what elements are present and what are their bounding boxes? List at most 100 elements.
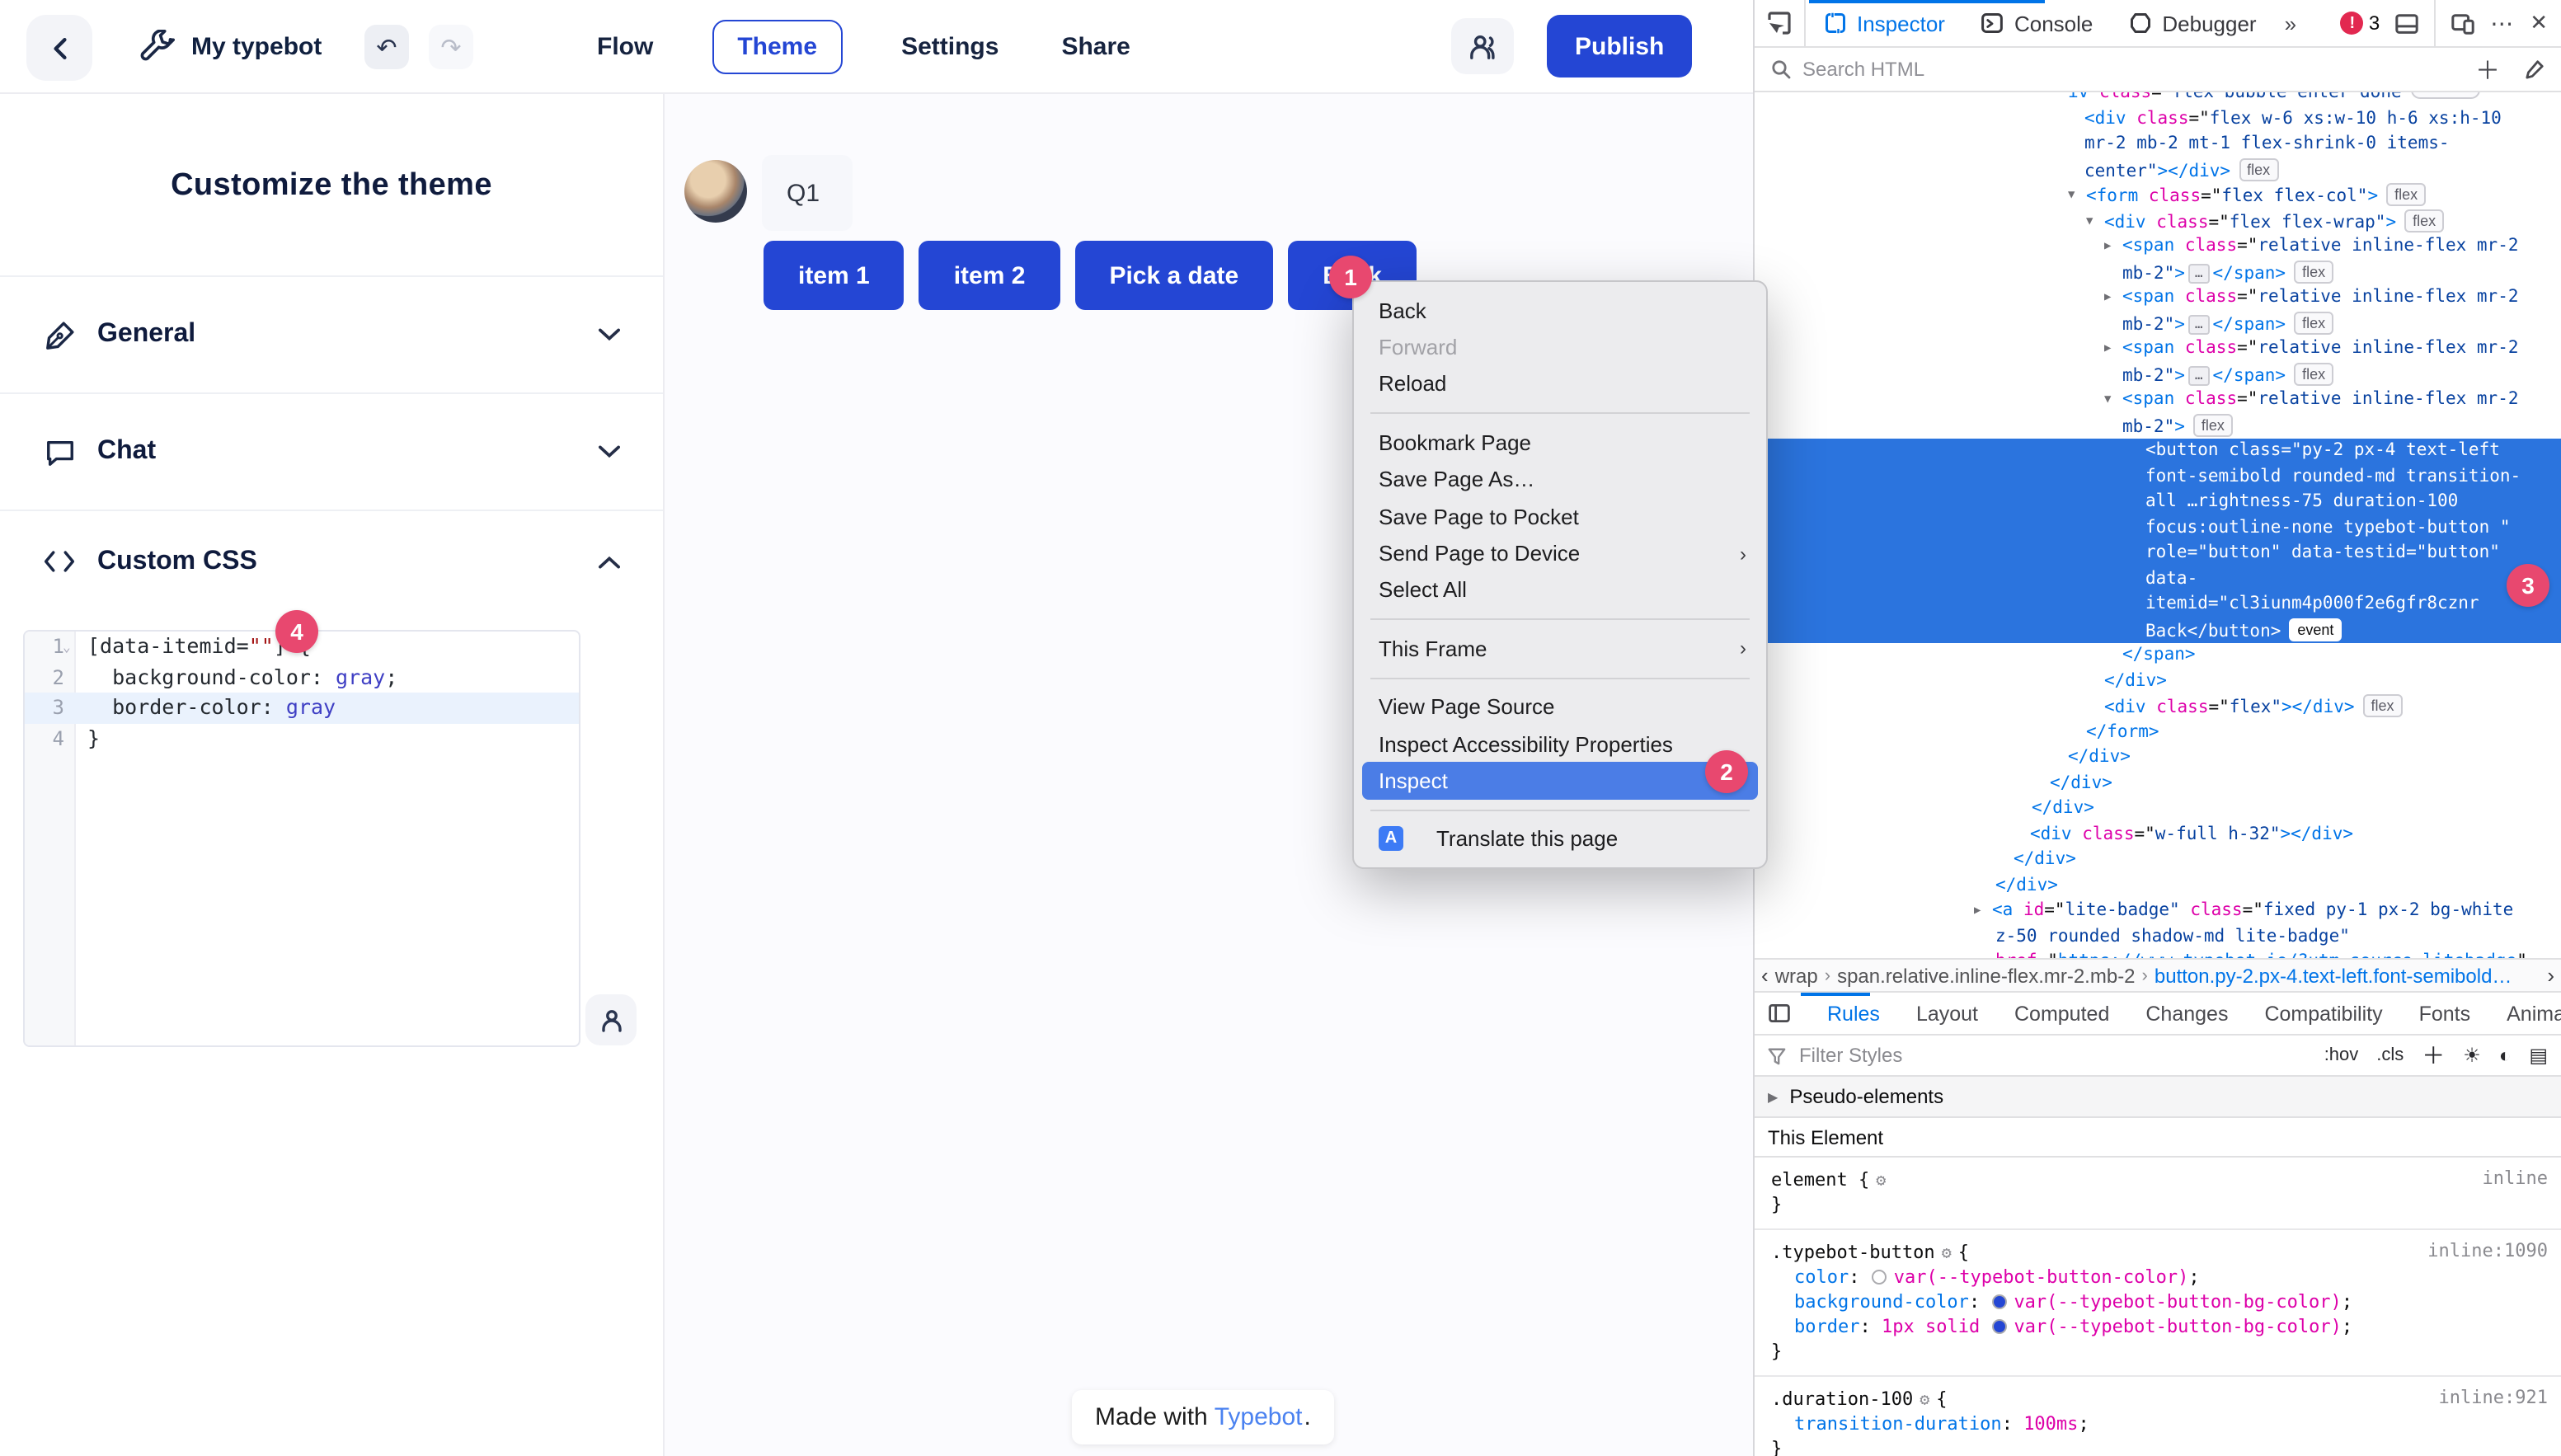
menu-item-inspect-accessibility-properties[interactable]: Inspect Accessibility Properties [1354,726,1766,763]
tree-node[interactable]: ▼<span class="relative inline-flex mr-2 [1755,387,2561,413]
flex-badge[interactable]: flex [2404,209,2444,232]
css-rule-typebot-button[interactable]: inline:1090.typebot-button⚙{color: var(-… [1755,1230,2561,1377]
tab-theme[interactable]: Theme [712,20,842,74]
dark-theme-icon[interactable]: ◐ [2499,1044,2512,1067]
expand-arrow-icon[interactable]: ▶ [2104,234,2111,260]
print-media-icon[interactable]: ▤ [2529,1044,2548,1067]
add-node-icon[interactable]: ＋ [2475,52,2500,87]
eyedropper-icon[interactable] [2523,59,2545,80]
redo-button[interactable]: ↷ [429,25,473,69]
tab-share[interactable]: Share [1058,21,1133,73]
breadcrumb-item[interactable]: wrap [1775,964,1818,987]
devtools-tab-debugger[interactable]: Debugger [2111,0,2274,46]
menu-item-save-page-to-pocket[interactable]: Save Page to Pocket [1354,498,1766,535]
color-swatch[interactable] [1873,1270,1887,1285]
tree-node[interactable]: ▼<div class="flex flex-wrap">flex [1755,209,2561,234]
rule-property[interactable]: border: 1px solid var(--typebot-button-b… [1771,1314,2545,1339]
menu-item-select-all[interactable]: Select All [1354,571,1766,608]
collapsed-content-icon[interactable]: … [2188,263,2210,283]
rule-source-link[interactable]: inline:1090 [2427,1240,2548,1261]
avatar-toggle-button[interactable] [585,994,637,1045]
color-swatch[interactable] [1992,1294,2007,1309]
chat-button-pick-a-date[interactable]: Pick a date [1074,241,1273,310]
sidebar-section-chat[interactable]: Chat [0,392,663,510]
panel-tab-rules[interactable]: Rules [1827,1002,1880,1025]
expand-arrow-icon[interactable]: ▶ [1974,899,1981,924]
rule-source-link[interactable]: inline [2483,1167,2549,1189]
search-html-bar[interactable]: Search HTML ＋ [1755,48,2561,92]
tab-flow[interactable]: Flow [594,21,656,73]
flex-badge[interactable]: flex [2294,260,2333,283]
flex-badge[interactable]: flex [2386,183,2426,206]
tree-node[interactable]: ▶<span class="relative inline-flex mr-2 [1755,234,2561,260]
menu-item-reload[interactable]: Reload [1354,366,1766,403]
hover-pseudo-button[interactable]: :hov [2324,1045,2359,1065]
panel-tab-changes[interactable]: Changes [2145,1002,2228,1025]
tree-node-selected[interactable]: data- [1755,566,2561,592]
menu-item-inspect[interactable]: Inspect [1362,763,1758,800]
tree-node[interactable]: </div> [1755,745,2561,771]
made-with-badge[interactable]: Made with Typebot . [1072,1390,1334,1444]
menu-item-send-page-to-device[interactable]: Send Page to Device› [1354,535,1766,572]
tree-node[interactable]: ▶<span class="relative inline-flex mr-2 [1755,285,2561,311]
light-theme-icon[interactable]: ☀ [2463,1044,2481,1067]
chat-button-item-1[interactable]: item 1 [764,241,905,310]
event-badge[interactable]: event [2289,618,2342,641]
devtools-tab-console[interactable]: Console [1963,0,2111,46]
tree-node[interactable]: <div class="flex w-6 xs:w-10 h-6 xs:h-10 [1755,106,2561,132]
tree-node[interactable]: </div> [1755,669,2561,694]
collapsed-content-icon[interactable]: … [2188,314,2210,334]
tree-node[interactable]: mb-2">flex [1755,413,2561,439]
tree-node[interactable]: </span> [1755,643,2561,669]
class-panel-button[interactable]: .cls [2376,1045,2404,1065]
menu-item-this-frame[interactable]: This Frame› [1354,630,1766,667]
responsive-design-icon[interactable] [2451,11,2475,35]
tree-node-selected[interactable]: focus:outline-none typebot-button " [1755,515,2561,541]
pseudo-elements-row[interactable]: ▶ Pseudo-elements [1755,1077,2561,1118]
expand-arrow-icon[interactable]: ▶ [2104,336,2111,362]
tree-node[interactable]: mb-2">…</span>flex [1755,362,2561,387]
editor-line-3[interactable]: 3 border-color: gray [25,693,579,723]
flex-badge[interactable]: flex [2363,694,2403,717]
editor-line-2[interactable]: 2 background-color: gray; [25,662,579,693]
editor-line-4[interactable]: 4} [25,723,579,754]
tree-node[interactable]: </form> [1755,720,2561,745]
tree-node[interactable]: center"></div>flex [1755,157,2561,183]
breadcrumb-item[interactable]: span.relative.inline-flex.mr-2.mb-2 [1837,964,2135,987]
collapsed-content-icon[interactable]: … [2188,365,2210,385]
rule-property[interactable]: transition-duration: 100ms; [1771,1411,2545,1436]
toggle-3-pane-icon[interactable] [1768,1003,1791,1024]
tree-node[interactable]: mb-2">…</span>flex [1755,311,2561,336]
fold-arrow-icon[interactable]: ⌄ [63,633,71,664]
tree-node-selected[interactable]: font-semibold rounded-md transition- [1755,464,2561,490]
tree-node[interactable]: z-50 rounded shadow-md lite-badge" [1755,924,2561,950]
custom-css-editor[interactable]: 1⌄[data-itemid=""] {2 background-color: … [23,630,580,1047]
pick-element-button[interactable] [1755,10,1804,36]
menu-item-view-page-source[interactable]: View Page Source [1354,688,1766,726]
color-swatch[interactable] [1992,1319,2007,1334]
filter-styles-bar[interactable]: Filter Styles :hov .cls ＋ ☀ ◐ ▤ [1755,1036,2561,1077]
tree-node[interactable]: </div> [1755,848,2561,873]
tree-node[interactable]: </div> [1755,873,2561,899]
expand-arrow-icon[interactable]: ▶ [2104,285,2111,311]
chat-button-item-2[interactable]: item 2 [919,241,1060,310]
rule-property[interactable]: color: var(--typebot-button-color); [1771,1265,2545,1289]
tree-node[interactable]: mb-2">…</span>flex [1755,260,2561,285]
tree-node[interactable]: </div> [1755,771,2561,796]
panel-tab-compatibility[interactable]: Compatibility [2264,1002,2382,1025]
devtools-tab-inspector[interactable]: Inspector [1806,0,1963,46]
breadcrumb-next-icon[interactable]: › [2547,963,2554,988]
split-console-icon[interactable] [2394,11,2419,35]
menu-item-back[interactable]: Back [1354,292,1766,329]
tree-node[interactable]: ▶<span class="relative inline-flex mr-2 [1755,336,2561,362]
panel-tab-anima[interactable]: Anima [2507,1002,2561,1025]
publish-button[interactable]: Publish [1547,15,1692,77]
tab-settings[interactable]: Settings [898,21,1002,73]
panel-tab-layout[interactable]: Layout [1916,1002,1978,1025]
tree-node-selected[interactable]: all …rightness-75 duration-100 [1755,490,2561,515]
back-button[interactable] [26,15,92,81]
add-rule-icon[interactable]: ＋ [2422,1039,2445,1072]
tree-node[interactable]: iv class="flex bubble enter done [1755,92,2561,106]
tree-node-selected[interactable]: role="button" data-testid="button" [1755,541,2561,566]
flex-badge[interactable]: flex [2294,362,2333,385]
